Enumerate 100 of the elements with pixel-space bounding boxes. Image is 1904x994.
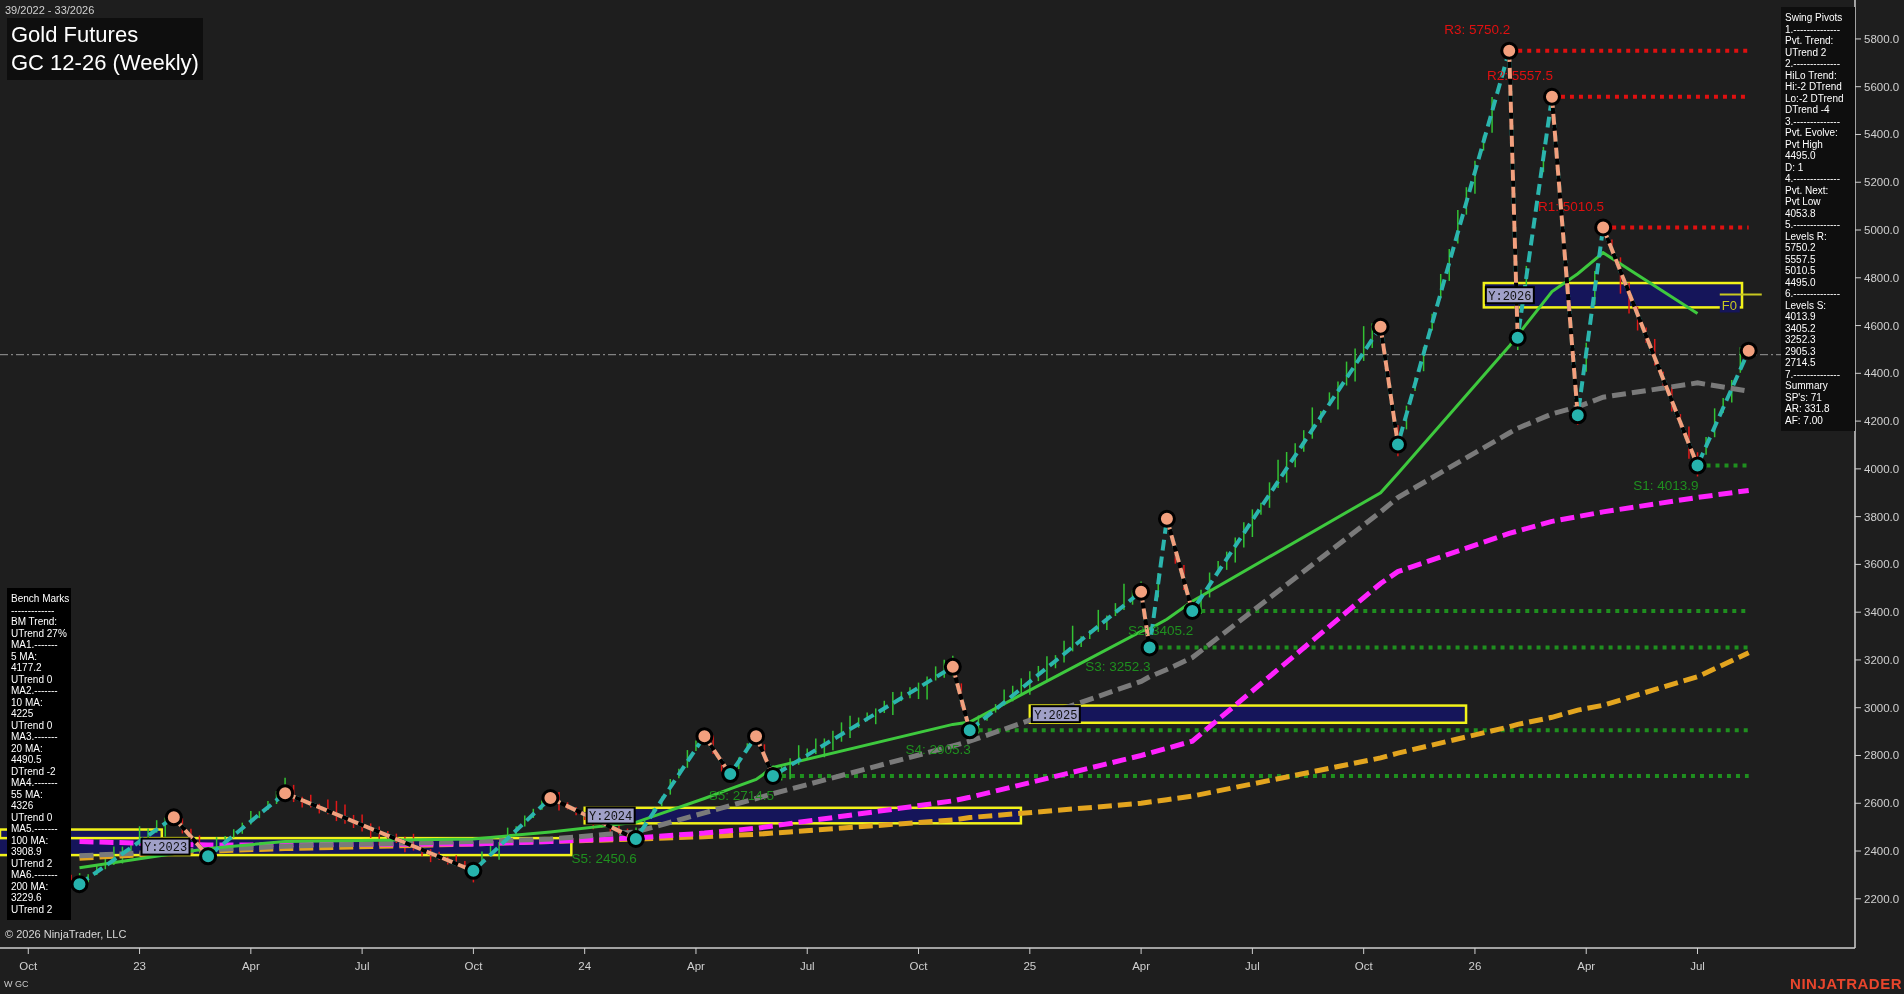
price-axis-label: 5400.0	[1864, 128, 1900, 141]
bench-stat-line: Bench Marks	[11, 593, 67, 605]
date-axis-label: Jul	[1245, 960, 1260, 972]
price-axis-label: 5800.0	[1864, 32, 1900, 45]
price-axis-label: 2600.0	[1864, 797, 1900, 810]
bench-stat-line: 4490.5	[11, 754, 43, 766]
bench-stat-line: BM Trend:	[11, 616, 59, 628]
instrument-label: W GC	[4, 979, 29, 989]
pivot-stat-line: 4.--------------	[1785, 173, 1841, 185]
pivot-stat-line: 5010.5	[1785, 265, 1817, 277]
date-axis-label: 24	[578, 960, 592, 972]
date-axis-label: Apr	[687, 960, 705, 972]
bench-stat-line: UTrend 2	[11, 903, 54, 915]
bench-stat-line: 4177.2	[11, 662, 43, 674]
bench-stat-line: 20 MA:	[11, 742, 44, 754]
copyright-text: © 2026 NinjaTrader, LLC	[5, 928, 127, 940]
pivot-stat-line: 4495.0	[1785, 276, 1817, 288]
pivot-stat-line: 6.--------------	[1785, 288, 1841, 300]
bench-stat-line: 5 MA:	[11, 650, 39, 662]
level-label: S3: 3252.3	[1085, 659, 1151, 675]
bench-stat-line: 3908.9	[11, 846, 43, 858]
bench-stat-line: UTrend 2	[11, 857, 54, 869]
date-axis-label: 23	[133, 960, 146, 972]
pivot-stat-line: 5750.2	[1785, 242, 1817, 254]
date-axis-label: Jul	[799, 960, 815, 972]
bench-stat-line: 3229.6	[11, 892, 43, 904]
bench-stat-line: UTrend 0	[11, 811, 54, 823]
price-axis-label: 4800.0	[1864, 271, 1900, 284]
year-tag: Y:2023	[140, 837, 191, 856]
bench-stat-line: UTrend 0	[11, 673, 54, 685]
annotation: F0	[1721, 297, 1737, 313]
bench-stat-line: MA3.-------	[11, 731, 59, 743]
pivot-stat-line: AR: 331.8	[1785, 403, 1831, 415]
level-label: R1: 5010.5	[1538, 198, 1605, 214]
price-axis-label: 4400.0	[1864, 367, 1900, 380]
bench-stat-line: UTrend 27%	[11, 627, 67, 639]
bench-stat-line: 10 MA:	[11, 696, 44, 708]
price-axis-label: 2200.0	[1864, 892, 1900, 905]
pivot-stat-line: Levels R:	[1785, 230, 1828, 242]
date-axis-label: Apr	[1132, 960, 1151, 972]
pivot-stat-line: Pvt Low	[1785, 196, 1822, 208]
pivot-stat-line: DTrend -4	[1785, 104, 1831, 116]
date-axis-label: Oct	[19, 960, 38, 972]
price-axis-label: 2800.0	[1864, 749, 1900, 762]
pivot-stat-line: 4495.0	[1785, 150, 1817, 162]
bench-stat-line: DTrend -2	[11, 765, 57, 777]
level-label: R2: 5557.5	[1486, 67, 1553, 83]
level-label: S1: 4013.9	[1633, 477, 1699, 493]
pivot-stat-line: 5.--------------	[1785, 219, 1841, 231]
pivot-stat-line: 3252.3	[1785, 334, 1817, 346]
pivot-stat-line: Pvt. Next:	[1785, 184, 1830, 196]
pivot-stat-line: SP's: 71	[1785, 391, 1823, 403]
date-axis-label: Apr	[241, 960, 260, 972]
bench-stat-line: 200 MA:	[11, 880, 50, 892]
pivot-stat-line: 4053.8	[1785, 207, 1817, 219]
pivot-stat-line: Summary	[1785, 380, 1829, 392]
bench-stat-line: MA6.-------	[11, 869, 59, 881]
date-axis-label: 26	[1468, 960, 1482, 972]
pivot-stat-line: 2905.3	[1785, 345, 1817, 357]
pivot-stat-line: Swing Pivots	[1785, 12, 1844, 24]
pivot-stat-line: 3405.2	[1785, 322, 1817, 334]
pivot-stat-line: 5557.5	[1785, 253, 1817, 265]
pivot-stat-line: Lo:-2 DTrend	[1785, 92, 1845, 104]
date-axis-label: Jul	[354, 960, 370, 972]
annotation: Y:2026	[1488, 289, 1532, 304]
date-axis-label: Oct	[909, 960, 928, 972]
date-axis-label: Apr	[1577, 960, 1596, 972]
price-axis-label: 4200.0	[1864, 415, 1900, 428]
contract-title: GC 12-26 (Weekly)	[11, 49, 199, 77]
level-label: S5: 2450.6	[571, 850, 637, 866]
pivot-stat-line: 2714.5	[1785, 357, 1817, 369]
annotation: Y:2023	[143, 841, 188, 856]
annotation: Y:2025	[1034, 708, 1078, 723]
pivot-stat-line: 3.--------------	[1785, 115, 1841, 127]
price-axis-label: 3800.0	[1864, 510, 1900, 523]
bench-stat-line: -------------	[11, 604, 56, 616]
bench-stat-line: MA1.-------	[11, 639, 59, 651]
price-axis-label: 5000.0	[1864, 224, 1900, 236]
pivot-stat-line: 4013.9	[1785, 311, 1817, 323]
chart-title: Gold Futures	[11, 21, 140, 49]
price-axis-label: 4000.0	[1864, 462, 1900, 475]
bench-stat-line: 100 MA:	[11, 834, 50, 846]
bench-stat-line: 55 MA:	[11, 788, 44, 800]
pivot-stat-line: AF: 7.00	[1785, 414, 1824, 426]
price-axis-label: 3400.0	[1864, 606, 1900, 619]
pivot-stat-line: D: 1	[1785, 161, 1805, 173]
brand-logo: NINJATRADER	[1790, 975, 1902, 992]
price-axis-label: 2400.0	[1864, 845, 1900, 858]
bench-stat-line: MA2.-------	[11, 685, 59, 697]
pivot-stat-line: HiLo Trend:	[1785, 69, 1838, 81]
price-axis-label: 3600.0	[1864, 558, 1900, 571]
date-range: 39/2022 - 33/2026	[5, 4, 95, 16]
pivot-stat-line: UTrend 2	[1785, 46, 1828, 58]
pivot-stat-line: Levels S:	[1785, 299, 1828, 311]
price-axis-label: 3000.0	[1864, 701, 1900, 714]
date-axis-label: Oct	[464, 960, 483, 972]
pivot-stat-line: Pvt High	[1785, 138, 1824, 150]
bench-stat-line: MA4.-------	[11, 777, 59, 789]
bench-stat-line: 4326	[11, 800, 35, 812]
pivot-stat-line: Pvt. Evolve:	[1785, 127, 1839, 139]
